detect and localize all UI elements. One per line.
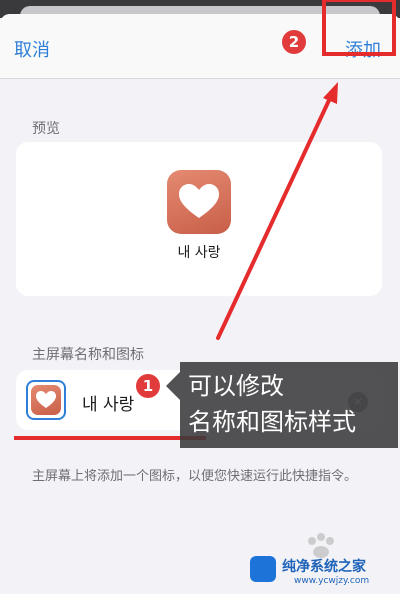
shortcut-name-field[interactable]: 내 사랑 xyxy=(82,390,134,415)
step-marker-1: 1 xyxy=(136,374,160,398)
name-field-underline xyxy=(14,436,206,440)
preview-section-label: 预览 xyxy=(32,121,60,137)
site-watermark: 纯净系统之家 www.ycwjzy.com xyxy=(250,550,400,594)
cancel-button[interactable]: 取消 xyxy=(14,36,50,62)
home-icon-thumbnail xyxy=(31,385,61,415)
watermark-logo-icon xyxy=(250,556,276,582)
preview-app-name: 내 사랑 xyxy=(177,245,221,261)
add-to-home-sheet: 取消 添加 预览 내 사랑 主屏幕名称和图标 내 사랑 ✕ 主屏幕上将添加一个图… xyxy=(0,14,400,594)
preview-app-icon xyxy=(167,170,231,234)
watermark-url: www.ycwjzy.com xyxy=(294,576,370,586)
home-screen-description: 主屏幕上将添加一个图标，以便您快速运行此快捷指令。 xyxy=(32,469,358,484)
watermark-title: 纯净系统之家 xyxy=(282,559,366,575)
icon-picker-button[interactable] xyxy=(26,380,66,420)
heart-icon xyxy=(179,184,219,218)
annotation-callout: 可以修改 名称和图标样式 xyxy=(180,362,398,448)
callout-pointer xyxy=(166,372,180,400)
preview-card: 내 사랑 xyxy=(16,142,382,296)
home-screen-section-label: 主屏幕名称和图标 xyxy=(32,347,144,363)
callout-line-2: 名称和图标样式 xyxy=(188,408,356,436)
step-marker-2: 2 xyxy=(282,30,306,54)
heart-icon xyxy=(36,391,56,408)
callout-line-1: 可以修改 xyxy=(188,372,284,400)
add-button-highlight-box xyxy=(322,0,396,56)
